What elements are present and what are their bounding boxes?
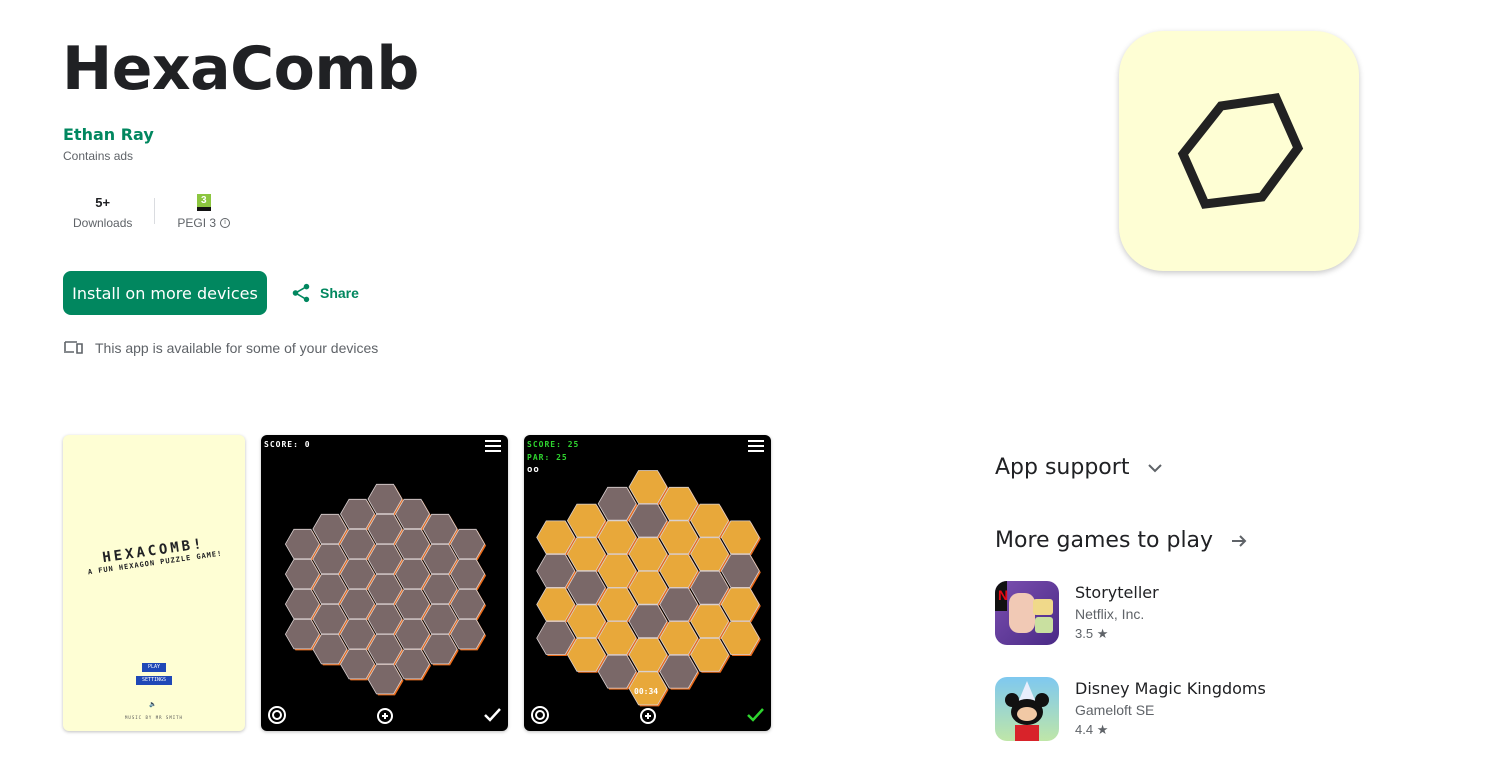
hexagon-logo-icon [1177, 93, 1304, 209]
disney-magic-kingdoms-app-icon [995, 677, 1059, 741]
pegi-stat[interactable]: 3 PEGI 3i [167, 191, 240, 230]
more-games-link[interactable]: More games to play [995, 528, 1247, 553]
share-label: Share [320, 285, 359, 301]
game-name: Storyteller [1075, 583, 1159, 602]
developer-link[interactable]: Ethan Ray [63, 125, 154, 144]
more-games-heading: More games to play [995, 528, 1214, 553]
screenshot-2[interactable]: SCORE: 0 [261, 435, 508, 731]
star-icon: ★ [1096, 722, 1109, 737]
s1-play-button: PLAY [142, 663, 166, 672]
storyteller-app-icon: N [995, 581, 1059, 645]
pegi-label: PEGI 3 [177, 216, 217, 230]
radar-icon [268, 706, 286, 724]
devices-icon [64, 341, 83, 354]
s3-bottom-bar [524, 705, 771, 725]
ads-note: Contains ads [63, 149, 134, 163]
arrow-right-icon [1232, 534, 1247, 547]
s1-settings-button: SETTINGS [136, 676, 172, 685]
info-icon[interactable]: i [220, 218, 231, 228]
game-name: Disney Magic Kingdoms [1075, 679, 1266, 698]
alarm-icon [376, 708, 393, 724]
s2-bottom-bar [261, 705, 508, 725]
availability-text: This app is available for some of your d… [95, 340, 379, 356]
game-item[interactable]: N Storyteller Netflix, Inc. 3.5 ★ [995, 581, 1159, 645]
alarm-icon [639, 708, 656, 724]
stats-row: 5+ Downloads 3 PEGI 3i [63, 191, 240, 230]
availability-note: This app is available for some of your d… [63, 340, 378, 356]
downloads-value: 5+ [95, 194, 111, 210]
chevron-down-icon [1148, 463, 1163, 472]
s1-music-credit: MUSIC BY MR SMITH [125, 715, 183, 720]
check-icon [747, 708, 764, 722]
game-developer: Gameloft SE [1075, 702, 1155, 718]
radar-icon [531, 706, 549, 724]
screenshot-3[interactable]: SCORE: 25 PAR: 25 oo 00:34 [524, 435, 771, 731]
app-support-toggle[interactable]: App support [995, 455, 1163, 480]
check-icon [484, 708, 501, 722]
game-rating: 4.4 [1075, 722, 1094, 737]
share-button[interactable]: Share [290, 280, 359, 306]
downloads-label: Downloads [73, 216, 133, 230]
app-support-heading: App support [995, 455, 1130, 480]
star-icon: ★ [1096, 626, 1109, 641]
hex-board [284, 483, 487, 696]
game-developer: Netflix, Inc. [1075, 606, 1145, 622]
stat-divider [154, 197, 156, 224]
pegi-icon: 3 [196, 193, 211, 211]
app-details-page: HexaComb Ethan Ray Contains ads 5+ Downl… [0, 0, 1500, 767]
game-rating: 3.5 [1075, 626, 1094, 641]
screenshot-1[interactable]: HEXACOMB! A FUN HEXAGON PUZZLE GAME! PLA… [63, 435, 245, 731]
speaker-icon: 🔈 [149, 702, 157, 708]
game-item[interactable]: Disney Magic Kingdoms Gameloft SE 4.4 ★ [995, 677, 1266, 741]
s1-title-block: HEXACOMB! A FUN HEXAGON PUZZLE GAME! [63, 530, 245, 579]
s3-timer: 00:34 [634, 687, 659, 696]
install-button[interactable]: Install on more devices [63, 271, 267, 315]
screenshot-carousel[interactable]: HEXACOMB! A FUN HEXAGON PUZZLE GAME! PLA… [63, 435, 771, 731]
share-icon [292, 283, 310, 303]
app-icon [1119, 31, 1359, 271]
app-title: HexaComb [62, 34, 419, 104]
downloads-stat: 5+ Downloads [63, 191, 142, 231]
